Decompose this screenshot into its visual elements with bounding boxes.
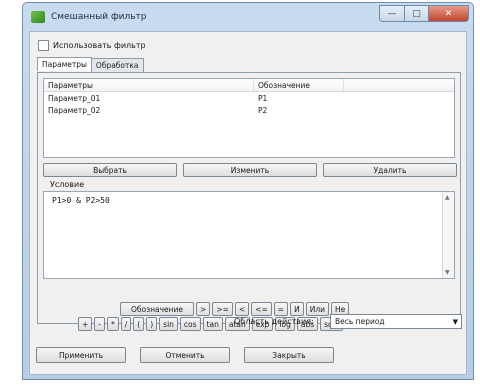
param-symbol: P1: [258, 94, 268, 103]
condition-label: Условие: [50, 180, 85, 189]
scroll-down-icon[interactable]: ▼: [445, 269, 450, 276]
title-bar: Смешанный фильтр — □ ✕: [23, 3, 473, 31]
chevron-down-icon[interactable]: ▼: [453, 318, 458, 326]
operators-row-comparison: Обозначение > >= < <= = И Или Не: [120, 302, 351, 316]
condition-scrollbar[interactable]: ▲ ▼: [442, 192, 454, 278]
scroll-up-icon[interactable]: ▲: [445, 194, 450, 201]
scope-value: Весь период: [335, 317, 385, 326]
minimize-button[interactable]: —: [379, 5, 405, 22]
condition-text[interactable]: P1>0 & P2>50: [52, 196, 110, 205]
tab-processing[interactable]: Обработка: [90, 58, 144, 72]
operator-button[interactable]: <=: [251, 302, 272, 316]
condition-editor[interactable]: P1>0 & P2>50 ▲ ▼: [43, 191, 455, 279]
scope-dropdown[interactable]: Весь период ▼: [330, 314, 462, 329]
operator-button[interactable]: /: [120, 317, 132, 331]
operator-button[interactable]: Или: [305, 302, 329, 316]
operator-button[interactable]: >: [196, 302, 211, 316]
delete-button[interactable]: Удалить: [323, 163, 457, 177]
operator-button[interactable]: +: [78, 317, 93, 331]
list-item[interactable]: Параметр_02 P2: [44, 104, 454, 116]
parameters-list[interactable]: Параметры Обозначение Параметр_01 P1 Пар…: [43, 78, 455, 158]
select-button[interactable]: Выбрать: [43, 163, 177, 177]
operator-button[interactable]: И: [290, 302, 304, 316]
maximize-button[interactable]: □: [405, 5, 429, 22]
scope-label: Область действия:: [234, 317, 314, 326]
operator-button[interactable]: sin: [159, 317, 178, 331]
operator-button[interactable]: *: [107, 317, 119, 331]
column-header-empty: [344, 79, 454, 91]
operator-button[interactable]: Обозначение: [120, 302, 195, 316]
operator-button[interactable]: ): [146, 317, 158, 331]
close-window-button[interactable]: ✕: [429, 5, 469, 22]
window-controls: — □ ✕: [379, 5, 469, 22]
operator-button[interactable]: <: [234, 302, 250, 316]
operator-button[interactable]: (: [133, 317, 145, 331]
operator-button[interactable]: -: [94, 317, 106, 331]
parameters-panel: Параметры Обозначение Параметр_01 P1 Пар…: [37, 72, 463, 331]
param-name: Параметр_02: [48, 106, 101, 115]
operator-button[interactable]: =: [273, 302, 289, 316]
dialog-window: Смешанный фильтр — □ ✕ Использовать филь…: [22, 2, 474, 380]
window-title: Смешанный фильтр: [51, 12, 147, 22]
column-header-symbol[interactable]: Обозначение: [254, 79, 344, 91]
apply-button[interactable]: Применить: [36, 347, 126, 363]
use-filter-label: Использовать фильтр: [53, 41, 146, 50]
tab-parameters[interactable]: Параметры: [37, 57, 92, 71]
use-filter-row[interactable]: Использовать фильтр: [38, 40, 146, 51]
param-name: Параметр_01: [48, 94, 101, 103]
column-header-parameters[interactable]: Параметры: [44, 79, 254, 91]
list-actions: Выбрать Изменить Удалить: [43, 163, 463, 177]
cancel-button[interactable]: Отменить: [140, 347, 230, 363]
operator-button[interactable]: cos: [179, 317, 201, 331]
operator-button[interactable]: >=: [212, 302, 233, 316]
app-icon: [31, 11, 45, 23]
operator-button[interactable]: tan: [202, 317, 223, 331]
close-button[interactable]: Закрыть: [244, 347, 334, 363]
use-filter-checkbox[interactable]: [38, 40, 49, 51]
dialog-client-area: Использовать фильтр Параметры Обработка …: [29, 31, 467, 375]
list-header: Параметры Обозначение: [44, 79, 454, 92]
param-symbol: P2: [258, 106, 268, 115]
list-item[interactable]: Параметр_01 P1: [44, 92, 454, 104]
edit-button[interactable]: Изменить: [183, 163, 317, 177]
footer-buttons: Применить Отменить Закрыть: [36, 347, 348, 363]
tab-bar: Параметры Обработка: [37, 57, 144, 72]
